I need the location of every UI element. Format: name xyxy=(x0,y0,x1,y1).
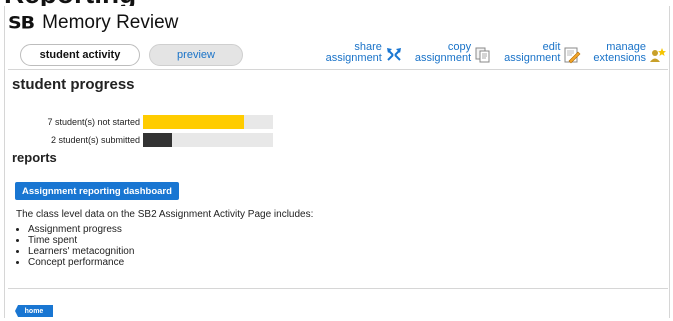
list-item: Learners' metacognition xyxy=(28,246,134,257)
progress-chart: 7 student(s) not started 2 student(s) su… xyxy=(14,114,273,150)
progress-bar-fill xyxy=(143,133,172,147)
reports-feature-list: Assignment progress Time spent Learners'… xyxy=(16,224,134,268)
progress-bar-fill xyxy=(143,115,245,129)
edit-assignment-link[interactable]: edit assignment xyxy=(504,42,581,64)
progress-row-label: 2 student(s) submitted xyxy=(50,135,140,145)
assignment-title: Memory Review xyxy=(42,12,179,33)
footer-divider xyxy=(8,288,668,289)
edit-pencil-icon xyxy=(563,46,581,64)
manage-extensions-link[interactable]: manage extensions xyxy=(593,42,667,64)
list-item: Assignment progress xyxy=(28,224,134,235)
list-item: Time spent xyxy=(28,235,134,246)
assignment-header: SB Memory Review xyxy=(8,10,178,36)
reports-description: The class level data on the SB2 Assignme… xyxy=(16,209,314,220)
person-star-icon xyxy=(649,46,667,64)
share-arrows-icon xyxy=(385,46,403,64)
progress-bar-track xyxy=(143,133,273,147)
share-assignment-link[interactable]: share assignment xyxy=(326,42,403,64)
list-item: Concept performance xyxy=(28,257,134,268)
copy-assignment-link[interactable]: copy assignment xyxy=(415,42,492,64)
progress-row-submitted: 2 student(s) submitted xyxy=(14,132,273,148)
assignment-reporting-dashboard-button[interactable]: Assignment reporting dashboard xyxy=(15,182,179,200)
tab-student-activity[interactable]: student activity xyxy=(20,44,140,66)
copy-documents-icon xyxy=(474,46,492,64)
sb-logo: SB xyxy=(8,13,35,33)
student-progress-heading: student progress xyxy=(12,76,135,93)
progress-row-label: 7 student(s) not started xyxy=(47,117,140,127)
assignment-actions: share assignment copy assignment edit as… xyxy=(326,42,667,64)
reports-heading: reports xyxy=(12,150,57,165)
progress-bar-track xyxy=(143,115,273,129)
tab-divider xyxy=(8,69,668,70)
home-button[interactable]: home xyxy=(15,305,53,317)
progress-row-not-started: 7 student(s) not started xyxy=(14,114,273,130)
tab-preview[interactable]: preview xyxy=(149,44,243,66)
